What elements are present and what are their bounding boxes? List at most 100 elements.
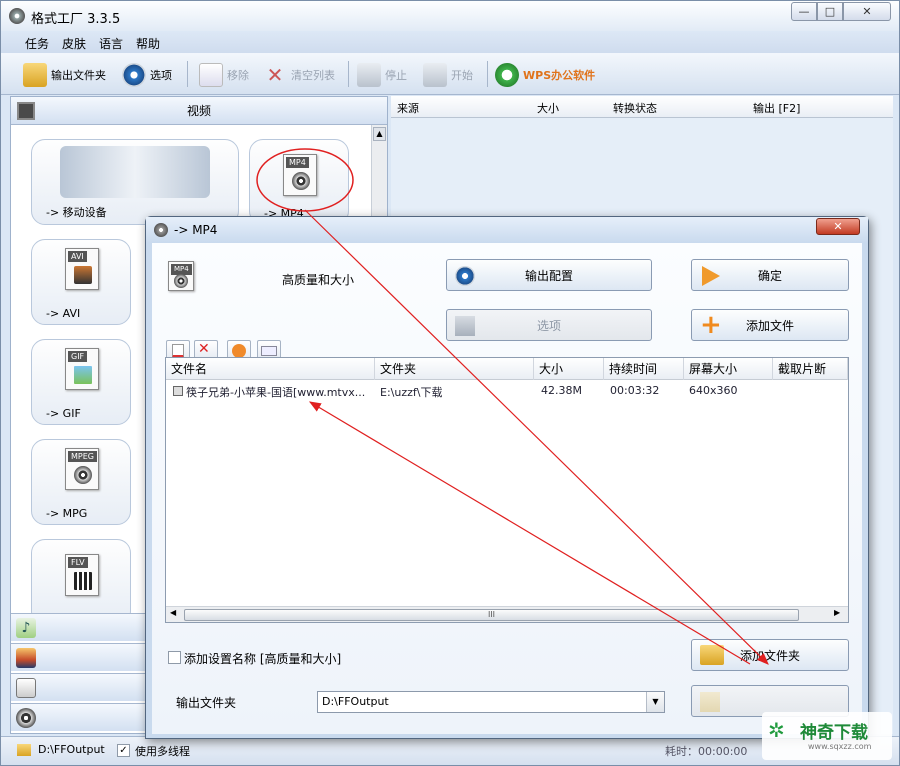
tile-mobile-devices[interactable]: -> 移动设备	[31, 139, 239, 225]
arrow-right-icon	[702, 266, 720, 286]
col-filename[interactable]: 文件名	[166, 358, 375, 380]
folder-icon[interactable]	[17, 744, 31, 756]
ok-label: 确定	[757, 268, 782, 283]
col-output[interactable]: 输出 [F2]	[753, 100, 800, 116]
scroll-up-arrow-icon[interactable]: ▲	[373, 127, 386, 141]
col-duration[interactable]: 持续时间	[604, 358, 684, 380]
menu-language[interactable]: 语言	[99, 35, 123, 52]
avi-file-icon: AVI	[65, 248, 99, 290]
picture-icon	[16, 648, 36, 668]
site-watermark: ✲ 神奇下载 www.sqxzz.com	[762, 712, 892, 760]
col-folder[interactable]: 文件夹	[375, 358, 534, 380]
stop-button[interactable]: 停止	[357, 63, 407, 87]
multithread-checkbox[interactable]: ✓	[117, 744, 130, 757]
scroll-left-arrow-icon[interactable]: ◀	[170, 608, 176, 617]
menu-skin[interactable]: 皮肤	[62, 35, 86, 52]
add-file-button[interactable]: + 添加文件	[691, 309, 849, 341]
remove-doc-icon	[199, 63, 223, 87]
col-size[interactable]: 大小	[537, 100, 559, 116]
col-status[interactable]: 转换状态	[613, 100, 657, 116]
video-category-header[interactable]: 视频	[11, 97, 387, 125]
wps-label: WPS办公软件	[523, 69, 596, 82]
menu-help[interactable]: 帮助	[136, 35, 160, 52]
play-icon	[232, 344, 246, 358]
options-button[interactable]: 选项	[446, 309, 652, 341]
wps-office-button[interactable]: WPS办公软件	[495, 63, 595, 87]
dialog-body: MP4 高质量和大小 输出配置 确定 ✕ 选项 + 添加文件 文件名 文件夹 大…	[152, 243, 862, 734]
title-bar[interactable]: 格式工厂 3.3.5 — □ ✕	[1, 1, 899, 31]
tile-mpg[interactable]: MPEG -> MPG	[31, 439, 131, 525]
add-folder-label: 添加文件夹	[739, 648, 800, 663]
options-gear-icon	[122, 63, 146, 87]
menu-bar: 任务 皮肤 语言 帮助	[1, 31, 899, 53]
optical-disc-icon	[16, 678, 36, 698]
maximize-button[interactable]: □	[817, 2, 843, 21]
scroll-right-arrow-icon[interactable]: ▶	[834, 608, 840, 617]
gif-tag: GIF	[68, 351, 88, 362]
output-folder-value: D:\FFOutput	[322, 695, 389, 708]
add-setting-name-checkbox[interactable]	[168, 651, 181, 664]
scissors-film-icon	[455, 316, 475, 336]
tile-mp4[interactable]: MP4 -> MP4	[249, 139, 349, 225]
file-list: 文件名 文件夹 大小 持续时间 屏幕大小 截取片断 筷子兄弟-小苹果-国语[ww…	[165, 357, 849, 623]
clear-list-button[interactable]: ✕ 清空列表	[263, 63, 335, 87]
elapsed-time: 耗时：00:00:00	[665, 745, 748, 758]
flv-file-icon: FLV	[65, 554, 99, 596]
wps-logo-icon	[495, 63, 519, 87]
row-screen-size: 640x360	[689, 384, 738, 397]
output-path-text[interactable]: D:\FFOutput	[38, 743, 105, 756]
row-folder: E:\uzzf\下载	[380, 386, 443, 399]
plus-icon: +	[700, 310, 722, 340]
close-button[interactable]: ✕	[843, 2, 891, 21]
add-file-label: 添加文件	[745, 318, 794, 333]
tile-avi[interactable]: AVI -> AVI	[31, 239, 131, 325]
toolbar-separator	[348, 61, 349, 87]
dialog-title-bar[interactable]: -> MP4 ✕	[146, 217, 868, 243]
menu-task[interactable]: 任务	[25, 35, 49, 52]
col-size[interactable]: 大小	[534, 358, 604, 380]
clear-list-label: 清空列表	[291, 69, 335, 82]
dialog-close-button[interactable]: ✕	[816, 218, 860, 235]
output-folder-button[interactable]: 输出文件夹	[23, 63, 106, 87]
gear-icon	[455, 266, 475, 286]
mpeg-file-icon: MPEG	[65, 448, 99, 490]
options-label: 选项	[150, 69, 172, 82]
remove-button[interactable]: 移除	[199, 63, 249, 87]
watermark-brand: 神奇下载	[800, 723, 868, 743]
output-folder-select[interactable]: D:\FFOutput ▼	[317, 691, 665, 713]
output-folder-label: 输出文件夹	[176, 696, 237, 710]
start-button[interactable]: 开始	[423, 63, 473, 87]
add-folder-button[interactable]: 添加文件夹	[691, 639, 849, 671]
col-clip[interactable]: 截取片断	[773, 358, 848, 380]
tile-flv[interactable]: FLV	[31, 539, 131, 613]
folder-add-icon	[700, 645, 724, 665]
file-list-hscrollbar[interactable]: ◀ III ▶	[166, 606, 848, 622]
clear-x-icon: ✕	[198, 341, 210, 357]
info-card-icon	[261, 346, 277, 356]
ok-button[interactable]: 确定	[691, 259, 849, 291]
avi-tag: AVI	[68, 251, 87, 262]
scroll-thumb[interactable]: III	[184, 609, 799, 621]
folder-icon	[23, 63, 47, 87]
output-config-button[interactable]: 输出配置	[446, 259, 652, 291]
mp4-settings-dialog: -> MP4 ✕ MP4 高质量和大小 输出配置 确定 ✕ 选项 + 添加文件 …	[145, 216, 869, 739]
col-screen-size[interactable]: 屏幕大小	[684, 358, 773, 380]
video-category-label: 视频	[186, 104, 211, 118]
minimize-button[interactable]: —	[791, 2, 817, 21]
tile-gif[interactable]: GIF -> GIF	[31, 339, 131, 425]
options-label: 选项	[536, 318, 561, 333]
row-duration: 00:03:32	[610, 384, 660, 397]
col-source[interactable]: 来源	[397, 100, 419, 116]
stop-icon	[357, 63, 381, 87]
remove-label: 移除	[227, 69, 249, 82]
multithread-label: 使用多线程	[135, 745, 190, 758]
table-row[interactable]: 筷子兄弟-小苹果-国语[www.mtvx... E:\uzzf\下载 42.38…	[166, 382, 848, 400]
options-button[interactable]: 选项	[122, 63, 172, 87]
row-filename: 筷子兄弟-小苹果-国语[www.mtvx...	[186, 386, 366, 399]
remove-doc-icon	[172, 344, 184, 358]
tile-label: -> AVI	[46, 307, 81, 320]
chevron-down-icon[interactable]: ▼	[646, 692, 664, 712]
start-icon	[423, 63, 447, 87]
mp4-tag: MP4	[286, 157, 309, 168]
dialog-title: -> MP4	[174, 223, 218, 237]
